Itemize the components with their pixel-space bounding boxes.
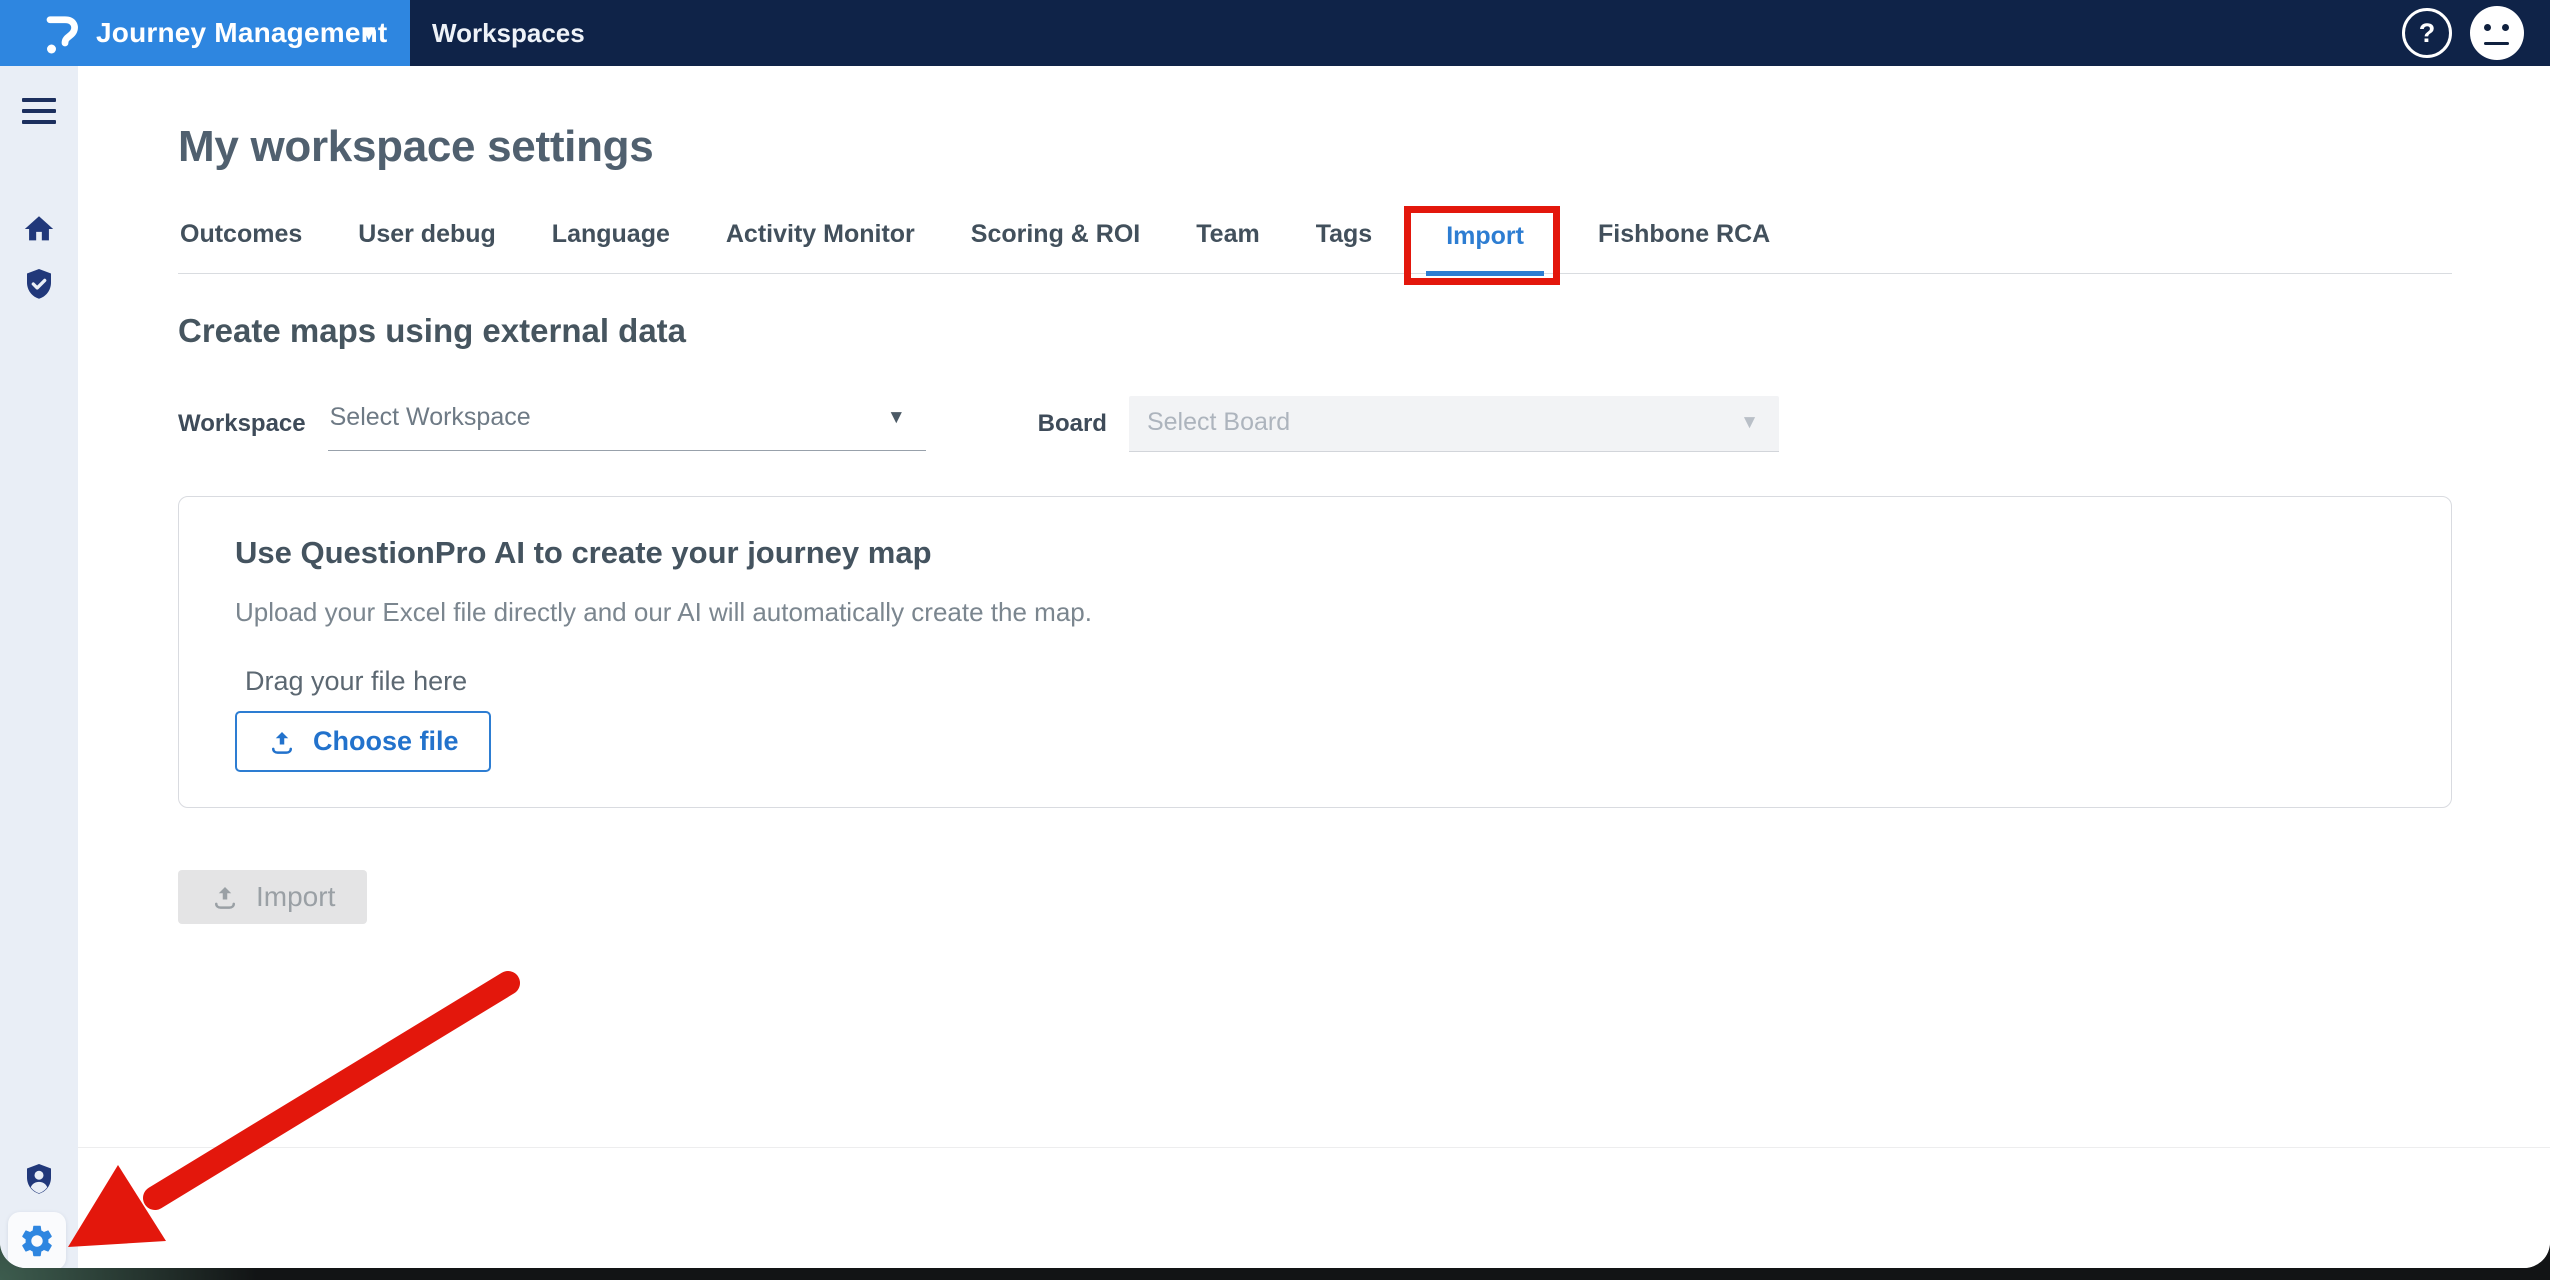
shield-check-icon (27, 269, 51, 299)
sidebar-item-admin[interactable] (0, 1161, 78, 1197)
avatar-eye (2484, 24, 2491, 31)
help-icon[interactable]: ? (2402, 8, 2452, 58)
avatar-mouth (2484, 42, 2509, 45)
choose-file-label: Choose file (313, 726, 459, 756)
card-description: Upload your Excel file directly and our … (235, 597, 1092, 627)
import-button[interactable]: Import (178, 870, 368, 924)
main-content: My workspace settings Outcomes User debu… (78, 66, 2550, 1268)
avatar-eye (2502, 24, 2509, 31)
tab-tags[interactable]: Tags (1314, 220, 1375, 273)
sidebar-item-security[interactable] (0, 266, 78, 302)
chevron-down-icon: ▼ (1740, 411, 1759, 433)
tab-scoring-roi[interactable]: Scoring & ROI (969, 220, 1142, 273)
chevron-down-icon[interactable]: ▼ (358, 0, 380, 66)
tab-user-debug[interactable]: User debug (356, 220, 498, 273)
section-heading: Create maps using external data (178, 312, 687, 349)
gear-icon (22, 1225, 52, 1257)
settings-tabs: Outcomes User debug Language Activity Mo… (178, 206, 2452, 285)
upload-icon (215, 887, 235, 909)
menu-hamburger-icon[interactable] (0, 98, 78, 124)
page-title: My workspace settings (178, 122, 654, 171)
tab-activity-monitor[interactable]: Activity Monitor (724, 220, 917, 273)
workspace-select[interactable]: Select Workspace ▼ (327, 397, 926, 451)
app-window: Journey Management ▼ Workspaces ? My wor… (0, 0, 2550, 1268)
board-label: Board (1037, 410, 1107, 437)
ai-upload-card: Use QuestionPro AI to create your journe… (178, 496, 2452, 808)
workspace-select-value: Select Workspace (329, 403, 531, 431)
app-title: Journey Management (96, 17, 388, 48)
top-header: Journey Management ▼ Workspaces ? (0, 0, 2550, 66)
import-button-label: Import (256, 881, 336, 912)
left-sidebar (0, 66, 78, 1268)
tab-import[interactable]: Import (1404, 206, 1560, 285)
tab-outcomes[interactable]: Outcomes (178, 220, 304, 273)
workspace-label: Workspace (178, 410, 306, 437)
sidebar-item-settings[interactable] (8, 1212, 66, 1268)
dropzone-label: Drag your file here (245, 666, 468, 696)
user-avatar[interactable] (2470, 6, 2524, 60)
board-field: Board Select Board ▼ (1038, 396, 1779, 452)
card-title: Use QuestionPro AI to create your journe… (235, 535, 932, 570)
tab-import-label: Import (1446, 222, 1524, 250)
header-actions: ? (2402, 0, 2524, 66)
nav-workspaces[interactable]: Workspaces (432, 0, 585, 66)
footer-divider (78, 1147, 2550, 1148)
questionpro-logo-icon (46, 16, 78, 54)
home-icon (24, 216, 54, 241)
brand-area[interactable]: Journey Management ▼ (0, 0, 410, 66)
tab-team[interactable]: Team (1194, 220, 1261, 273)
tab-fishbone-rca[interactable]: Fishbone RCA (1596, 220, 1772, 273)
chevron-down-icon: ▼ (886, 406, 906, 428)
upload-icon (272, 731, 292, 754)
choose-file-button[interactable]: Choose file (235, 711, 491, 772)
sidebar-item-home[interactable] (0, 212, 78, 246)
tab-language[interactable]: Language (550, 220, 672, 273)
import-source-form: Workspace Select Workspace ▼ Board Selec… (178, 396, 2452, 452)
shield-person-icon (27, 1164, 51, 1194)
board-select: Select Board ▼ (1128, 396, 1779, 452)
board-select-value: Select Board (1146, 408, 1291, 436)
